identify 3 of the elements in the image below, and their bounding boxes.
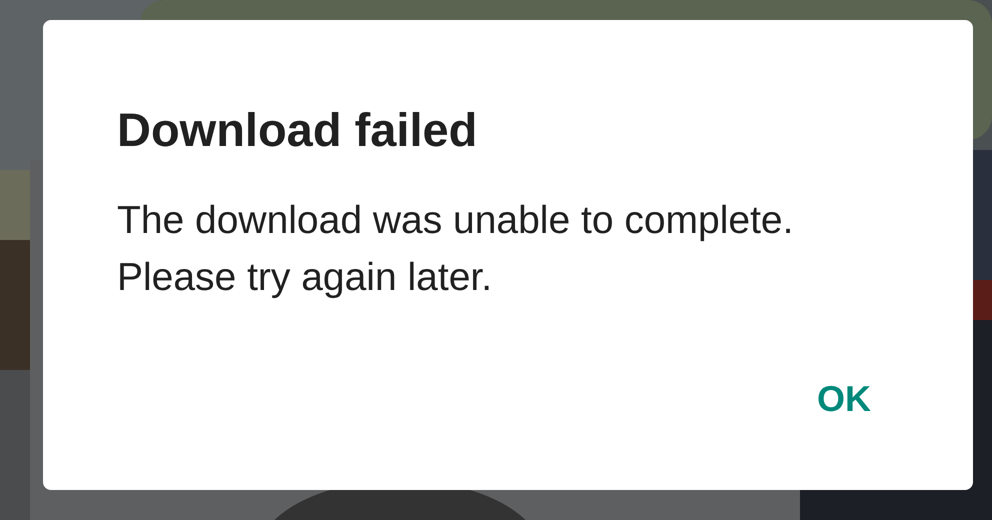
dialog-title: Download failed bbox=[117, 104, 478, 156]
ok-button[interactable]: OK bbox=[807, 366, 881, 432]
dialog-message: The download was unable to complete. Please try again later. bbox=[117, 198, 794, 301]
